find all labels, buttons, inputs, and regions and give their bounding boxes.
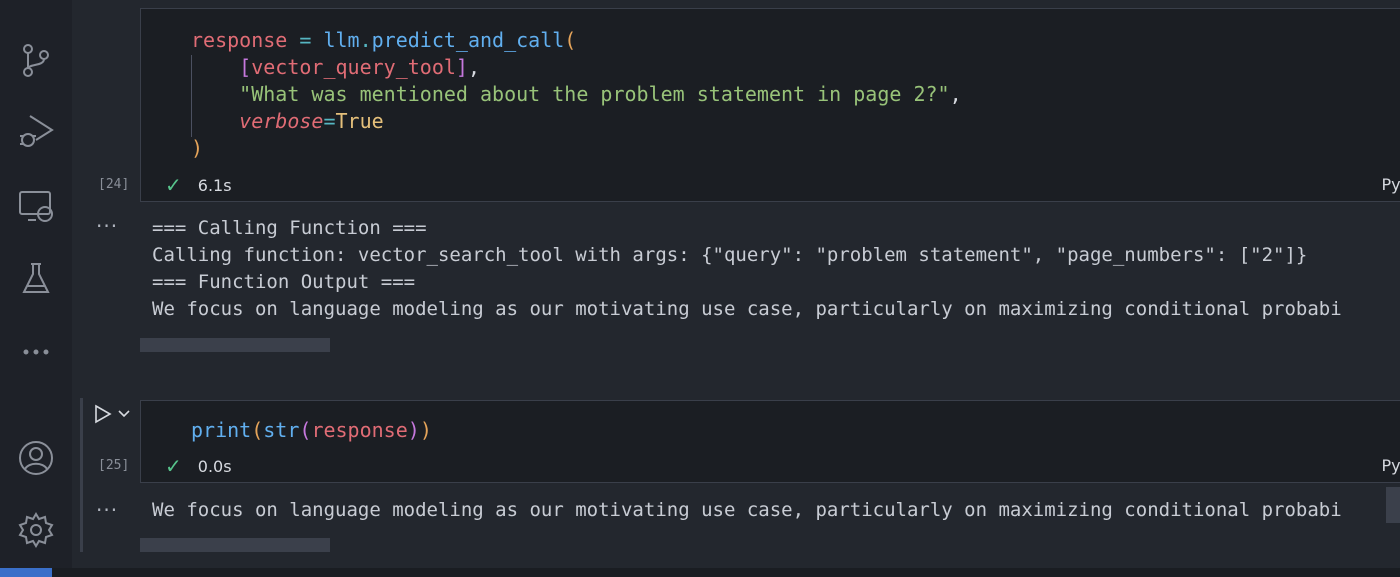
run-cell-button[interactable]	[94, 404, 130, 424]
execution-time: 0.0s	[197, 456, 232, 476]
output-line: We focus on language modeling as our mot…	[152, 298, 1342, 320]
code-token: )	[407, 418, 420, 442]
execution-count: [25]	[98, 458, 130, 473]
code-token: =	[287, 28, 324, 52]
execution-time: 6.1s	[197, 175, 232, 195]
code-content[interactable]: print(str(response))	[191, 417, 432, 444]
output-line: === Calling Function ===	[152, 217, 427, 239]
run-debug-icon[interactable]	[14, 108, 58, 152]
code-token: str	[263, 418, 300, 442]
code-token: llm	[323, 28, 360, 52]
success-check-icon: ✓	[165, 454, 182, 478]
cell-language[interactable]: Python	[1382, 175, 1400, 194]
code-token: response	[311, 418, 408, 442]
code-token: (	[299, 418, 312, 442]
notebook: response = llm.predict_and_call( [vector…	[72, 0, 1400, 568]
code-token: ]	[455, 55, 468, 79]
code-token: [	[239, 55, 252, 79]
code-token: =	[323, 109, 336, 133]
code-token: )	[419, 418, 432, 442]
account-icon[interactable]	[14, 436, 58, 480]
output-line: We focus on language modeling as our mot…	[152, 499, 1342, 521]
code-token: response	[191, 28, 288, 52]
remote-explorer-icon[interactable]	[14, 184, 58, 228]
chevron-down-icon[interactable]	[118, 409, 130, 419]
cell-output: === Calling Function === Calling function…	[152, 215, 1392, 323]
vertical-scrollbar[interactable]	[1386, 487, 1400, 523]
code-token: ,	[949, 82, 962, 106]
remote-indicator[interactable]	[0, 568, 52, 577]
output-line: === Function Output ===	[152, 271, 416, 293]
cell-language[interactable]: Python	[1382, 456, 1400, 475]
code-token: (	[564, 28, 577, 52]
cell-status: ✓ 6.1s	[165, 173, 232, 197]
output-more-icon[interactable]: ···	[96, 498, 118, 522]
source-control-icon[interactable]	[14, 38, 58, 82]
testing-icon[interactable]	[14, 256, 58, 300]
output-line: Calling function: vector_search_tool wit…	[152, 244, 1308, 266]
code-token: vector_query_tool	[251, 55, 456, 79]
output-more-icon[interactable]: ···	[96, 214, 118, 238]
code-token: verbose	[239, 109, 324, 133]
activity-bar	[0, 0, 72, 568]
cell-focus-indicator	[80, 398, 83, 552]
more-icon[interactable]	[14, 328, 58, 372]
cell-output: We focus on language modeling as our mot…	[152, 497, 1392, 524]
code-token: True	[335, 109, 384, 133]
code-token: predict_and_call	[371, 28, 565, 52]
code-token: )	[191, 136, 204, 160]
cell-status: ✓ 0.0s	[165, 454, 232, 478]
code-token: (	[251, 418, 264, 442]
status-bar	[0, 568, 1400, 577]
output-horizontal-scrollbar[interactable]	[140, 538, 330, 552]
execution-count: [24]	[98, 177, 130, 192]
code-cell-editor[interactable]: print(str(response)) ✓ 0.0s Python	[140, 400, 1400, 483]
output-horizontal-scrollbar[interactable]	[140, 338, 330, 352]
code-cell-editor[interactable]: response = llm.predict_and_call( [vector…	[140, 8, 1400, 202]
code-token: ,	[467, 55, 481, 79]
code-content[interactable]: response = llm.predict_and_call( [vector…	[191, 27, 962, 162]
settings-icon[interactable]	[14, 508, 58, 552]
code-token: .	[359, 28, 372, 52]
code-token: print	[191, 418, 252, 442]
code-token: "What was mentioned about the problem st…	[239, 82, 950, 106]
success-check-icon: ✓	[165, 173, 182, 197]
play-icon[interactable]	[94, 404, 112, 424]
